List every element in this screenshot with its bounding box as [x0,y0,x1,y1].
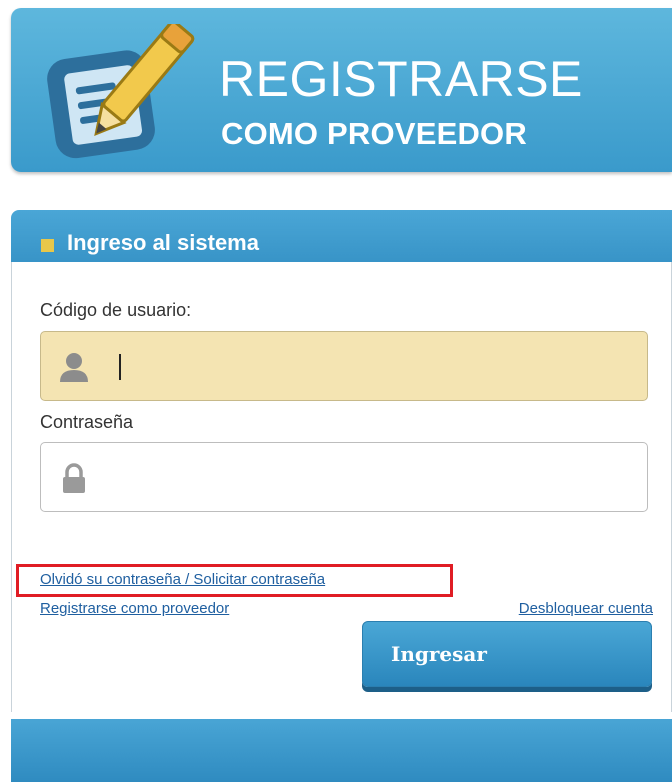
register-banner[interactable]: REGISTRARSE COMO PROVEEDOR [11,8,672,172]
password-label: Contraseña [40,412,134,432]
user-icon [60,353,88,382]
banner-subtitle: COMO PROVEEDOR [221,116,527,151]
lock-icon [63,463,85,493]
login-panel: Ingreso al sistema Código de usuario: Co… [11,210,672,782]
username-input[interactable] [40,331,648,401]
text-caret [119,354,121,380]
banner-title: REGISTRARSE [219,51,583,107]
password-input[interactable] [40,442,648,512]
highlight-annotation [16,564,453,597]
panel-footer [11,719,672,782]
document-pencil-icon [47,24,195,159]
submit-button[interactable]: Ingresar [362,621,652,687]
page: REGISTRARSE COMO PROVEEDOR Ingreso al si… [0,0,672,782]
header-square-icon [41,239,54,252]
panel-title: Ingreso al sistema [67,230,259,255]
username-label: Código de usuario: [40,300,192,320]
register-link[interactable]: Registrarse como proveedor [40,600,229,617]
unlock-account-link[interactable]: Desbloquear cuenta [519,600,653,617]
